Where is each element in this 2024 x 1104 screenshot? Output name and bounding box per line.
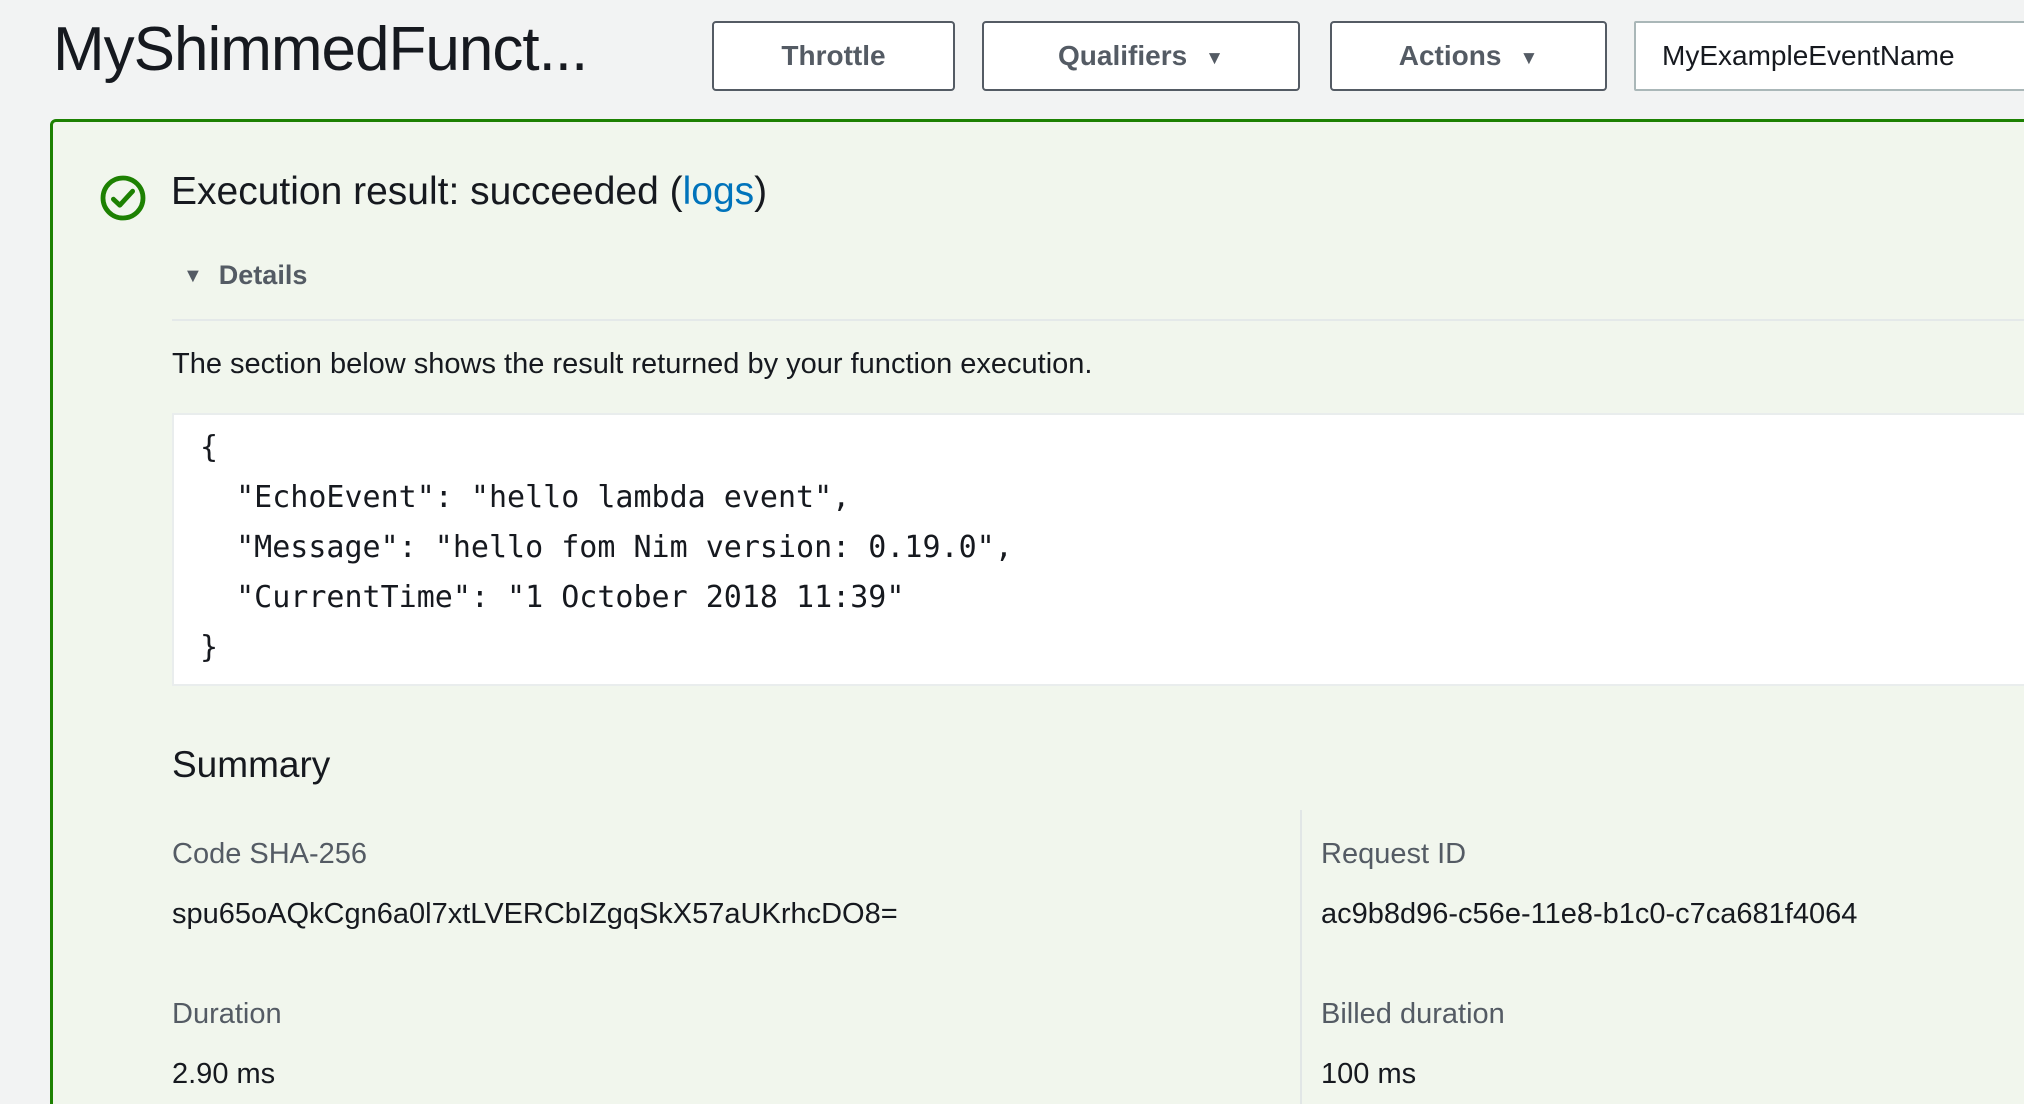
details-toggle[interactable]: ▼ Details bbox=[183, 260, 307, 291]
result-json: { "EchoEvent": "hello lambda event", "Me… bbox=[174, 415, 2024, 673]
summary-field-duration: Duration 2.90 ms bbox=[172, 998, 282, 1091]
summary-field-billed-duration: Billed duration 100 ms bbox=[1321, 998, 1505, 1091]
execution-result-heading: Execution result: succeeded (logs) bbox=[171, 170, 767, 214]
lambda-console-page: MyShimmedFunct... Throttle Qualifiers ▼ … bbox=[0, 0, 2024, 1104]
success-check-icon bbox=[99, 174, 147, 222]
test-event-select[interactable]: MyExampleEventName bbox=[1634, 21, 2024, 91]
test-event-select-value: MyExampleEventName bbox=[1662, 40, 1955, 72]
triangle-down-icon: ▼ bbox=[183, 266, 203, 286]
field-label: Code SHA-256 bbox=[172, 838, 898, 871]
field-value: 2.90 ms bbox=[172, 1058, 282, 1091]
actions-button[interactable]: Actions ▼ bbox=[1330, 21, 1607, 91]
heading-prefix: Execution result: succeeded ( bbox=[171, 170, 683, 213]
field-value: ac9b8d96-c56e-11e8-b1c0-c7ca681f4064 bbox=[1321, 898, 1857, 931]
summary-field-request-id: Request ID ac9b8d96-c56e-11e8-b1c0-c7ca6… bbox=[1321, 838, 1857, 931]
summary-heading: Summary bbox=[172, 744, 330, 786]
field-label: Billed duration bbox=[1321, 998, 1505, 1031]
throttle-button-label: Throttle bbox=[781, 40, 885, 72]
heading-suffix: ) bbox=[754, 170, 767, 213]
field-label: Duration bbox=[172, 998, 282, 1031]
qualifiers-button-label: Qualifiers bbox=[1058, 40, 1187, 72]
execution-result-panel: Execution result: succeeded (logs) ▼ Det… bbox=[50, 119, 2024, 1104]
function-name-title: MyShimmedFunct... bbox=[53, 14, 587, 85]
details-label: Details bbox=[219, 260, 308, 291]
result-description: The section below shows the result retur… bbox=[172, 348, 1092, 381]
chevron-down-icon: ▼ bbox=[1205, 49, 1224, 68]
field-value: spu65oAQkCgn6a0l7xtLVERCbIZgqSkX57aUKrhc… bbox=[172, 898, 898, 931]
logs-link[interactable]: logs bbox=[683, 170, 755, 213]
summary-field-code-sha256: Code SHA-256 spu65oAQkCgn6a0l7xtLVERCbIZ… bbox=[172, 838, 898, 931]
throttle-button[interactable]: Throttle bbox=[712, 21, 955, 91]
qualifiers-button[interactable]: Qualifiers ▼ bbox=[982, 21, 1300, 91]
field-label: Request ID bbox=[1321, 838, 1857, 871]
details-divider bbox=[172, 319, 2024, 321]
result-json-box: { "EchoEvent": "hello lambda event", "Me… bbox=[172, 413, 2024, 686]
field-value: 100 ms bbox=[1321, 1058, 1505, 1091]
chevron-down-icon: ▼ bbox=[1519, 49, 1538, 68]
actions-button-label: Actions bbox=[1399, 40, 1502, 72]
summary-column-divider bbox=[1300, 810, 1302, 1104]
